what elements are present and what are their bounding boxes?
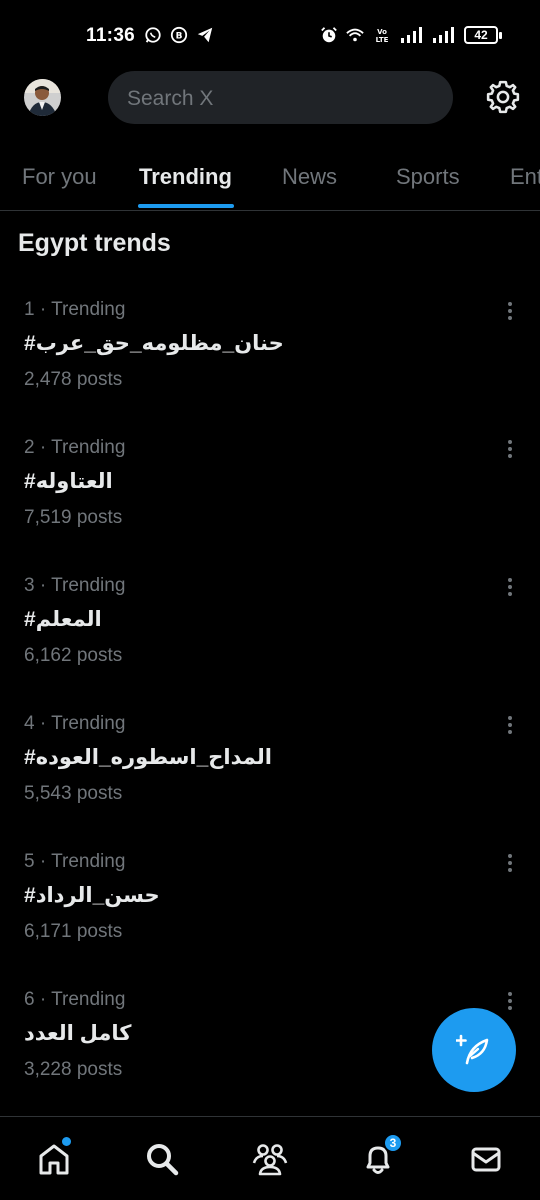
trend-rank: 2 · Trending: [24, 437, 126, 458]
nav-communities[interactable]: [250, 1139, 290, 1179]
battery-level: 42: [464, 26, 498, 44]
signal-icon: [401, 27, 422, 43]
status-left-icons: B: [144, 26, 214, 44]
trend-item[interactable]: 5 · Trending #حسن_الرداد 6,171 posts: [0, 851, 540, 989]
compose-feather-icon: [456, 1034, 489, 1065]
search-input[interactable]: Search X: [108, 71, 453, 124]
trend-post-count: 6,171 posts: [24, 921, 123, 942]
whatsapp-icon: [145, 27, 161, 43]
trend-post-count: 7,519 posts: [24, 507, 123, 528]
gear-icon: [486, 80, 520, 114]
trend-post-count: 2,478 posts: [24, 369, 123, 390]
trend-hashtag: كامل العدد: [24, 1022, 132, 1045]
trend-rank: 5 · Trending: [24, 851, 126, 872]
svg-text:Vo: Vo: [377, 28, 387, 36]
more-options-icon[interactable]: [500, 989, 520, 1013]
mail-icon: [471, 1147, 501, 1172]
notifications-badge: 3: [383, 1133, 403, 1153]
alarm-icon: [321, 27, 337, 43]
volte-icon: VoLTE: [376, 28, 389, 44]
trend-rank: 3 · Trending: [24, 575, 126, 596]
active-tab-indicator: [138, 204, 234, 208]
tab-sports[interactable]: Sports: [396, 164, 460, 190]
trend-hashtag: #حسن_الرداد: [24, 884, 160, 907]
home-unread-dot: [62, 1137, 71, 1146]
trend-post-count: 5,543 posts: [24, 783, 123, 804]
wifi-icon: [346, 28, 364, 42]
trend-hashtag: #المعلم: [24, 608, 102, 631]
svg-text:LTE: LTE: [376, 36, 389, 44]
tab-trending[interactable]: Trending: [139, 164, 232, 190]
trend-post-count: 3,228 posts: [24, 1059, 123, 1080]
bitcoin-icon: B: [170, 26, 188, 44]
bottom-navigation: 3: [0, 1116, 540, 1200]
trend-item[interactable]: 1 · Trending #حنان_مظلومه_حق_عرب 2,478 p…: [0, 299, 540, 437]
tab-entertainment[interactable]: Ent: [510, 164, 540, 190]
nav-home[interactable]: [34, 1137, 74, 1179]
avatar[interactable]: [24, 79, 61, 116]
tab-for-you[interactable]: For you: [22, 164, 97, 190]
nav-search[interactable]: [142, 1139, 182, 1179]
more-options-icon[interactable]: [500, 713, 520, 737]
compose-post-button[interactable]: [432, 1008, 516, 1092]
communities-icon: [252, 1144, 288, 1176]
trend-hashtag: #المداح_اسطوره_العوده: [24, 746, 272, 769]
nav-notifications[interactable]: 3: [358, 1133, 403, 1179]
trend-rank: 6 · Trending: [24, 989, 126, 1010]
more-options-icon[interactable]: [500, 575, 520, 599]
more-options-icon[interactable]: [500, 299, 520, 323]
tab-news[interactable]: News: [282, 164, 337, 190]
more-options-icon[interactable]: [500, 437, 520, 461]
trend-hashtag: #العتاوله: [24, 470, 113, 493]
search-placeholder: Search X: [127, 87, 214, 110]
trend-item[interactable]: 3 · Trending #المعلم 6,162 posts: [0, 575, 540, 713]
more-options-icon[interactable]: [500, 851, 520, 875]
status-right-icons: Vo LTE 42: [320, 26, 502, 44]
battery-icon: 42: [464, 26, 502, 44]
trend-hashtag: #حنان_مظلومه_حق_عرب: [24, 332, 284, 355]
trend-item[interactable]: 4 · Trending #المداح_اسطوره_العوده 5,543…: [0, 713, 540, 851]
svg-text:B: B: [176, 32, 183, 42]
nav-messages[interactable]: [466, 1139, 506, 1179]
tab-bar: For you Trending News Sports Ent: [0, 150, 540, 211]
search-icon: [147, 1144, 179, 1176]
signal-icon: [433, 27, 454, 43]
trend-rank: 4 · Trending: [24, 713, 126, 734]
settings-button[interactable]: [486, 80, 520, 114]
section-title: Egypt trends: [18, 229, 171, 257]
trend-item[interactable]: 2 · Trending #العتاوله 7,519 posts: [0, 437, 540, 575]
status-time: 11:36: [86, 25, 136, 46]
trend-rank: 1 · Trending: [24, 299, 126, 320]
home-icon: [39, 1144, 69, 1175]
trend-post-count: 6,162 posts: [24, 645, 123, 666]
status-bar: 11:36 B Vo LTE 42: [0, 0, 540, 70]
telegram-icon: [197, 27, 213, 43]
